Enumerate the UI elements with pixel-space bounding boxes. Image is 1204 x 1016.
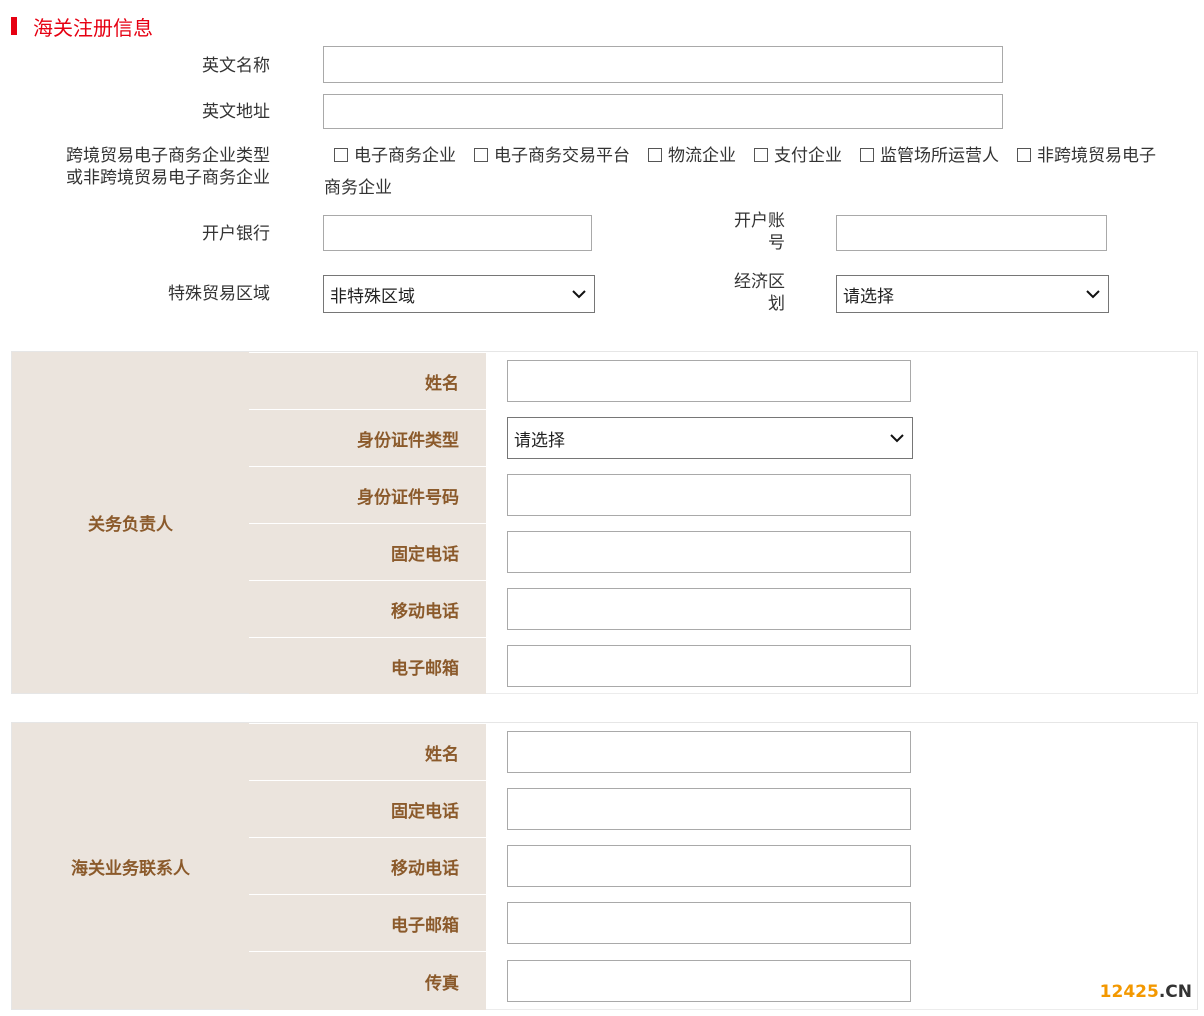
table-row: 身份证件类型 请选择 bbox=[249, 409, 1197, 467]
table-row: 移动电话 bbox=[249, 580, 1197, 638]
enterprise-type-option-payment[interactable]: 支付企业 bbox=[744, 146, 842, 166]
table-row: 电子邮箱 bbox=[249, 637, 1197, 694]
manager-name-input[interactable] bbox=[507, 360, 911, 402]
table-row: 身份证件号码 bbox=[249, 466, 1197, 524]
table-row: 传真 bbox=[249, 951, 1197, 1010]
site-watermark: 12425.CN bbox=[1100, 982, 1192, 1002]
special-zone-label: 特殊贸易区域 bbox=[168, 284, 270, 304]
contact-fax-label: 传真 bbox=[249, 952, 486, 1010]
english-name-input[interactable] bbox=[323, 46, 1003, 83]
manager-id-number-label: 身份证件号码 bbox=[249, 467, 486, 524]
contact-email-input[interactable] bbox=[507, 902, 911, 944]
chevron-down-icon bbox=[1086, 290, 1100, 299]
enterprise-type-option-operator[interactable]: 监管场所运营人 bbox=[850, 146, 999, 166]
chevron-down-icon bbox=[890, 434, 904, 443]
manager-email-label: 电子邮箱 bbox=[249, 638, 486, 694]
manager-id-type-label: 身份证件类型 bbox=[249, 410, 486, 467]
watermark-suffix: .CN bbox=[1158, 982, 1192, 1002]
section-title-marker bbox=[11, 17, 17, 35]
economic-zone-select[interactable]: 请选择 bbox=[836, 275, 1109, 313]
chevron-down-icon bbox=[572, 290, 586, 299]
special-zone-select[interactable]: 非特殊区域 bbox=[323, 275, 595, 313]
account-input[interactable] bbox=[836, 215, 1107, 251]
special-zone-selected: 非特殊区域 bbox=[330, 286, 415, 307]
contact-fax-input[interactable] bbox=[507, 959, 911, 1002]
watermark-number: 12425 bbox=[1099, 982, 1159, 1002]
economic-zone-selected: 请选择 bbox=[843, 286, 894, 307]
customs-manager-group-label: 关务负责人 bbox=[12, 352, 249, 693]
checkbox-icon[interactable] bbox=[648, 148, 662, 162]
manager-phone-label: 固定电话 bbox=[249, 524, 486, 581]
checkbox-icon[interactable] bbox=[754, 148, 768, 162]
contact-phone-input[interactable] bbox=[507, 788, 911, 830]
english-address-input[interactable] bbox=[323, 94, 1003, 129]
bank-input[interactable] bbox=[323, 215, 592, 251]
checkbox-icon[interactable] bbox=[474, 148, 488, 162]
section-title-text: 海关注册信息 bbox=[33, 15, 153, 40]
contact-name-input[interactable] bbox=[507, 731, 911, 773]
contact-name-label: 姓名 bbox=[249, 724, 486, 781]
manager-phone-input[interactable] bbox=[507, 531, 911, 573]
customs-contact-table: 海关业务联系人 姓名 固定电话 移动电话 电子邮箱 传真 bbox=[11, 722, 1198, 1010]
enterprise-type-option-logistics[interactable]: 物流企业 bbox=[638, 146, 736, 166]
manager-mobile-label: 移动电话 bbox=[249, 581, 486, 638]
enterprise-type-option-platform[interactable]: 电子商务交易平台 bbox=[464, 146, 630, 166]
table-row: 姓名 bbox=[249, 723, 1197, 781]
manager-name-label: 姓名 bbox=[249, 353, 486, 410]
checkbox-icon[interactable] bbox=[334, 148, 348, 162]
table-row: 移动电话 bbox=[249, 837, 1197, 895]
contact-mobile-input[interactable] bbox=[507, 845, 911, 887]
contact-email-label: 电子邮箱 bbox=[249, 895, 486, 952]
checkbox-icon[interactable] bbox=[860, 148, 874, 162]
manager-mobile-input[interactable] bbox=[507, 588, 911, 630]
contact-phone-label: 固定电话 bbox=[249, 781, 486, 838]
table-row: 固定电话 bbox=[249, 523, 1197, 581]
table-row: 姓名 bbox=[249, 352, 1197, 410]
table-row: 电子邮箱 bbox=[249, 894, 1197, 952]
checkbox-icon[interactable] bbox=[1017, 148, 1031, 162]
account-label: 开户账 号 bbox=[734, 211, 785, 253]
english-address-label: 英文地址 bbox=[202, 102, 270, 122]
bank-label: 开户银行 bbox=[202, 224, 270, 244]
manager-id-number-input[interactable] bbox=[507, 474, 911, 516]
manager-email-input[interactable] bbox=[507, 644, 911, 687]
table-row: 固定电话 bbox=[249, 780, 1197, 838]
section-title: 海关注册信息 bbox=[11, 12, 153, 40]
enterprise-type-label-line2: 或非跨境贸易电子商务企业 bbox=[66, 168, 270, 188]
economic-zone-label: 经济区 划 bbox=[734, 272, 785, 314]
customs-contact-group-label: 海关业务联系人 bbox=[12, 723, 249, 1009]
contact-mobile-label: 移动电话 bbox=[249, 838, 486, 895]
enterprise-type-option-ecommerce[interactable]: 电子商务企业 bbox=[324, 146, 456, 166]
enterprise-type-label-line1: 跨境贸易电子商务企业类型 bbox=[66, 146, 270, 166]
enterprise-type-options: 电子商务企业 电子商务交易平台 物流企业 支付企业 监管场所运营人 非跨境贸易电子商务企业 bbox=[324, 140, 1164, 204]
english-name-label: 英文名称 bbox=[202, 56, 270, 76]
customs-manager-table: 关务负责人 姓名 身份证件类型 请选择 身份证件号码 固定电话 移动电话 电子邮… bbox=[11, 351, 1198, 694]
manager-id-type-select[interactable]: 请选择 bbox=[507, 417, 913, 459]
enterprise-type-label: 跨境贸易电子商务企业类型 或非跨境贸易电子商务企业 bbox=[20, 145, 270, 189]
